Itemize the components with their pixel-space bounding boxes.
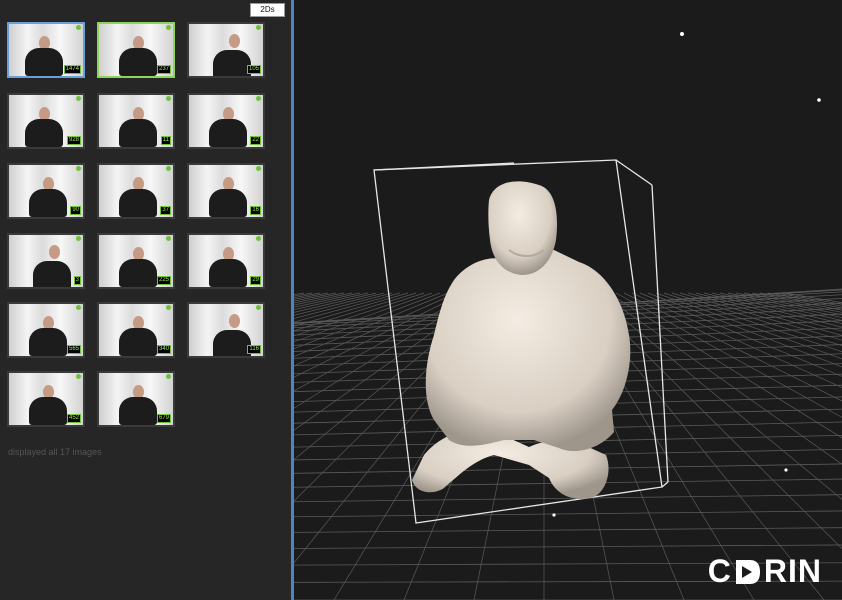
thumbnail-item[interactable]: 29 — [187, 233, 265, 289]
person-head — [49, 245, 60, 259]
status-dot-icon — [166, 96, 171, 101]
logo-c: C — [707, 553, 732, 589]
3d-viewport[interactable]: C RIN — [294, 0, 842, 600]
person-body — [29, 328, 67, 356]
person-body — [119, 189, 157, 217]
thumbnail-count-badge: 16 — [250, 206, 261, 215]
status-dot-icon — [166, 25, 171, 30]
status-dot-icon — [256, 96, 261, 101]
person-body — [209, 189, 247, 217]
status-dot-icon — [256, 305, 261, 310]
bounding-box-edge — [615, 159, 653, 186]
scanned-person-model[interactable] — [412, 181, 631, 499]
bounding-box-edge — [661, 481, 669, 488]
thumbnail-item[interactable]: 237 — [97, 22, 175, 78]
cdrin-logo: C RIN — [708, 553, 822, 590]
logo-play-mark — [735, 559, 760, 584]
thumbnail-count-badge: 29 — [250, 276, 261, 285]
person-body — [29, 189, 67, 217]
thumbnail-item[interactable]: 37 — [97, 163, 175, 219]
person-body — [213, 330, 251, 356]
status-dot-icon — [76, 25, 81, 30]
thumbnail-count-badge: 37 — [160, 206, 171, 215]
person-body — [119, 119, 157, 147]
thumbnail-count-badge: 11 — [160, 136, 171, 145]
person-body — [213, 50, 251, 76]
status-dot-icon — [166, 305, 171, 310]
status-dot-icon — [166, 166, 171, 171]
status-dot-icon — [166, 236, 171, 241]
thumbnail-count-badge: 1474 — [63, 65, 81, 74]
status-dot-icon — [76, 305, 81, 310]
thumbnail-item[interactable]: 16 — [187, 163, 265, 219]
thumbnail-item[interactable]: 90 — [7, 163, 85, 219]
logo-rin: RIN — [763, 553, 822, 589]
person-body — [119, 48, 157, 76]
thumbnail-count-badge: 565 — [66, 345, 81, 354]
bounding-box-back-edge — [373, 162, 515, 171]
person-head — [229, 34, 240, 48]
person-body — [33, 261, 71, 287]
status-dot-icon — [256, 25, 261, 30]
thumbnail-item[interactable]: 1474 — [7, 22, 85, 78]
thumbnail-count-badge: 928 — [66, 136, 81, 145]
thumbnail-item[interactable]: 565 — [7, 302, 85, 358]
person-body — [209, 259, 247, 287]
thumbnail-item[interactable]: 22 — [187, 93, 265, 149]
thumbnail-count-badge: 116 — [247, 345, 261, 354]
model-torso — [425, 250, 631, 452]
thumbnail-item[interactable]: 116 — [187, 302, 265, 358]
person-body — [29, 397, 67, 425]
model-head — [488, 181, 558, 275]
person-body — [119, 259, 157, 287]
image-gallery-panel: 2Ds 1474 237 105 928 11 22 90 37 16 3 225 29 565 340 1… — [0, 0, 291, 600]
status-dot-icon — [76, 374, 81, 379]
thumbnail-count-badge: 679 — [156, 414, 171, 423]
thumbnail-count-badge: 90 — [70, 206, 81, 215]
thumbnail-item[interactable]: 11 — [97, 93, 175, 149]
view-mode-tag[interactable]: 2Ds — [250, 3, 285, 17]
thumbnail-item[interactable]: 3 — [7, 233, 85, 289]
person-body — [119, 397, 157, 425]
thumbnail-count-badge: 340 — [156, 345, 171, 354]
person-body — [25, 48, 63, 76]
person-body — [119, 328, 157, 356]
thumbnail-count-badge: 3 — [73, 276, 81, 285]
thumbnail-count-badge: 452 — [66, 414, 81, 423]
status-dot-icon — [256, 236, 261, 241]
thumbnail-count-badge: 225 — [156, 276, 171, 285]
status-dot-icon — [76, 236, 81, 241]
3d-scene[interactable] — [294, 0, 842, 600]
thumbnail-item[interactable]: 225 — [97, 233, 175, 289]
status-dot-icon — [166, 374, 171, 379]
grid-line — [294, 510, 842, 518]
thumbnail-item[interactable]: 452 — [7, 371, 85, 427]
thumbnail-item[interactable]: 679 — [97, 371, 175, 427]
grid-line — [294, 544, 842, 549]
gallery-status-text: displayed all 17 images — [8, 447, 102, 457]
thumbnail-count-badge: 105 — [246, 65, 261, 74]
thumbnail-item[interactable]: 340 — [97, 302, 175, 358]
person-body — [209, 119, 247, 147]
thumbnail-count-badge: 22 — [250, 136, 261, 145]
thumbnail-item[interactable]: 105 — [187, 22, 265, 78]
thumbnail-count-badge: 237 — [156, 65, 171, 74]
status-dot-icon — [76, 96, 81, 101]
person-body — [25, 119, 63, 147]
status-dot-icon — [76, 166, 81, 171]
status-dot-icon — [256, 166, 261, 171]
person-head — [229, 314, 240, 328]
thumbnail-item[interactable]: 928 — [7, 93, 85, 149]
